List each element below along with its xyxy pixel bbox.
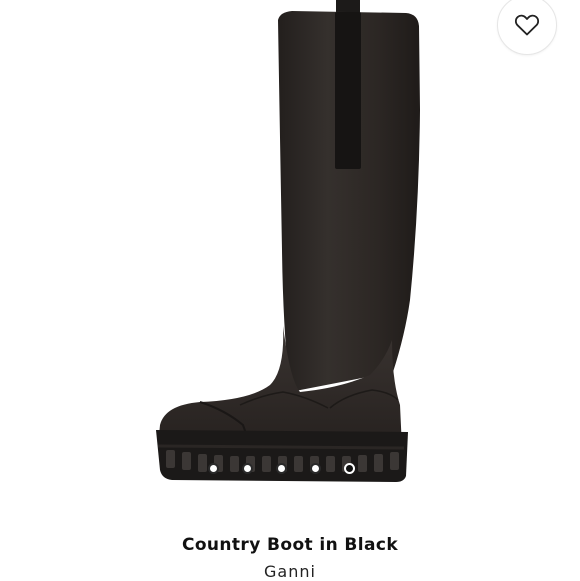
- heart-outline-icon: [514, 14, 540, 36]
- carousel-dots: [208, 463, 368, 479]
- carousel-dot[interactable]: [310, 463, 321, 474]
- carousel-dot[interactable]: [242, 463, 253, 474]
- boot-illustration: [156, 0, 420, 482]
- product-card[interactable]: Country Boot in Black Ganni: [0, 0, 580, 581]
- product-image[interactable]: [0, 0, 580, 500]
- carousel-dot[interactable]: [208, 463, 219, 474]
- product-title[interactable]: Country Boot in Black: [0, 535, 580, 555]
- elastic-panel: [335, 12, 361, 169]
- product-brand[interactable]: Ganni: [0, 562, 580, 581]
- sole-welt: [157, 444, 405, 450]
- carousel-dot[interactable]: [276, 463, 287, 474]
- carousel-dot[interactable]: [344, 463, 355, 474]
